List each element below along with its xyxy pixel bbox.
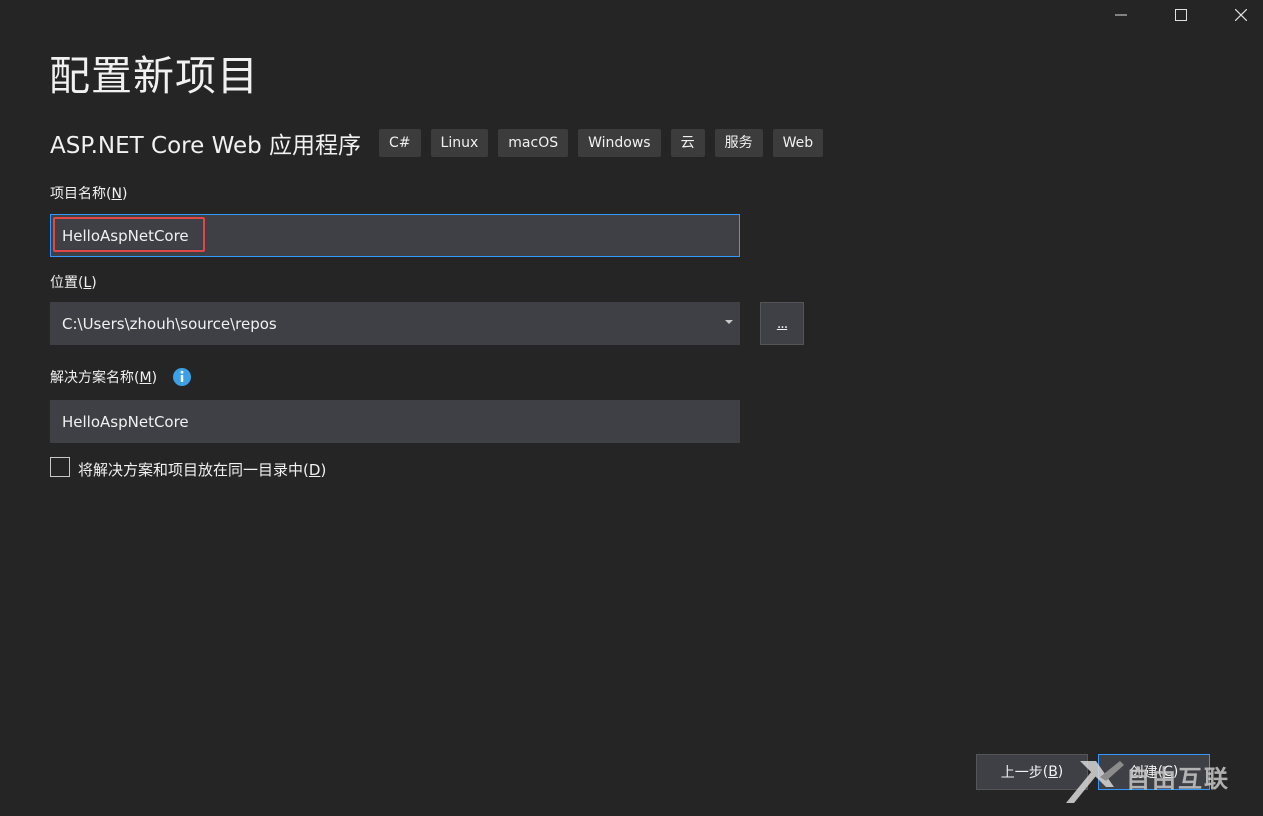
chevron-down-icon[interactable] (725, 320, 733, 324)
location-combobox[interactable]: C:\Users\zhouh\source\repos (50, 302, 740, 345)
solution-name-value: HelloAspNetCore (62, 412, 189, 431)
template-name: ASP.NET Core Web 应用程序 (50, 133, 362, 159)
close-icon (1235, 9, 1247, 21)
browse-button[interactable]: ... (760, 302, 804, 345)
tag-cloud: 云 (670, 129, 705, 157)
info-icon[interactable] (172, 367, 192, 387)
project-name-label: 项目名称(N) (50, 186, 128, 202)
minimize-button[interactable] (1091, 0, 1151, 30)
tag-service: 服务 (714, 129, 763, 157)
tag-csharp: C# (379, 129, 421, 157)
tag-web: Web (772, 129, 824, 157)
minimize-icon (1115, 14, 1127, 16)
close-button[interactable] (1211, 0, 1263, 30)
same-directory-label[interactable]: 将解决方案和项目放在同一目录中(D) (78, 459, 326, 480)
browse-button-label: ... (776, 315, 788, 332)
solution-name-input[interactable]: HelloAspNetCore (50, 400, 740, 443)
annotation-highlight (53, 217, 205, 252)
tag-windows: Windows (578, 129, 661, 157)
same-directory-checkbox[interactable] (50, 457, 70, 477)
maximize-icon (1175, 9, 1187, 21)
solution-name-label: 解决方案名称(M) (50, 370, 158, 386)
maximize-button[interactable] (1151, 0, 1211, 30)
tag-linux: Linux (430, 129, 489, 157)
template-header: ASP.NET Core Web 应用程序 C# Linux macOS Win… (50, 126, 833, 160)
location-label: 位置(L) (50, 275, 97, 291)
watermark-logo: 自由互联 (1066, 761, 1230, 803)
svg-text:自由互联: 自由互联 (1126, 765, 1230, 793)
page-title: 配置新项目 (49, 52, 259, 100)
tag-macos: macOS (498, 129, 569, 157)
location-value: C:\Users\zhouh\source\repos (62, 314, 277, 333)
